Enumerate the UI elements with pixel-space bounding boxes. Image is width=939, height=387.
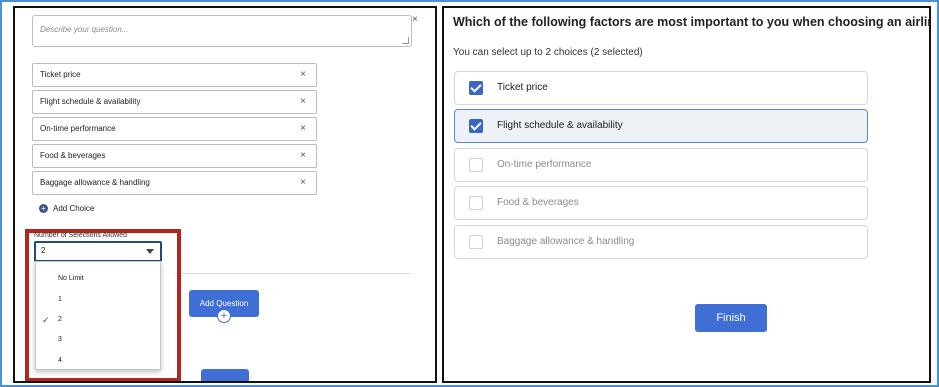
answer-label: Food & beverages bbox=[497, 197, 579, 208]
option-label: No Limit bbox=[58, 275, 84, 282]
choice-label: Baggage allowance & handling bbox=[40, 178, 150, 187]
option-label: 3 bbox=[58, 336, 62, 343]
remove-choice-icon[interactable]: × bbox=[300, 96, 306, 107]
choice-input[interactable]: Baggage allowance & handling × bbox=[32, 171, 317, 195]
checkbox-icon[interactable] bbox=[469, 196, 483, 210]
dropdown-option[interactable]: 1 bbox=[36, 292, 160, 310]
caret-down-icon bbox=[146, 249, 154, 254]
plus-circle-icon[interactable]: + bbox=[217, 309, 231, 323]
divider bbox=[175, 273, 411, 274]
partial-button[interactable] bbox=[201, 369, 249, 381]
remove-choice-icon[interactable]: × bbox=[300, 177, 306, 188]
dropdown-option[interactable]: ✓ 2 bbox=[36, 312, 160, 330]
close-icon[interactable]: × bbox=[412, 14, 418, 25]
finish-button[interactable]: Finish bbox=[695, 304, 767, 332]
checkbox-checked-icon[interactable] bbox=[469, 119, 483, 133]
add-choice-button[interactable]: + Add Choice bbox=[39, 204, 95, 214]
answer-label: Ticket price bbox=[497, 82, 548, 93]
selections-allowed-label: Number of Selections Allowed bbox=[34, 232, 127, 239]
choice-label: On-time performance bbox=[40, 124, 116, 133]
description-placeholder: Describe your question... bbox=[40, 25, 129, 34]
dropdown-option[interactable]: 4 bbox=[36, 353, 160, 371]
choice-input[interactable]: Food & beverages × bbox=[32, 144, 317, 168]
choice-input[interactable]: Ticket price × bbox=[32, 63, 317, 87]
selections-value: 2 bbox=[41, 246, 46, 255]
checkbox-icon[interactable] bbox=[469, 158, 483, 172]
selection-hint: You can select up to 2 choices (2 select… bbox=[453, 47, 643, 58]
option-label: 4 bbox=[58, 357, 62, 364]
answer-option[interactable]: Ticket price bbox=[454, 71, 868, 105]
selections-dropdown-menu: No Limit 1 ✓ 2 3 4 bbox=[35, 261, 161, 370]
plus-circle-icon: + bbox=[39, 204, 48, 214]
dropdown-option[interactable]: No Limit bbox=[36, 271, 160, 289]
selections-allowed-select[interactable]: 2 bbox=[34, 241, 162, 262]
remove-choice-icon[interactable]: × bbox=[300, 150, 306, 161]
answer-option[interactable]: Flight schedule & availability bbox=[454, 109, 868, 143]
question-editor-panel: Describe your question... × Ticket price… bbox=[13, 6, 437, 383]
dropdown-option[interactable]: 3 bbox=[36, 332, 160, 350]
answer-option[interactable]: On-time performance bbox=[454, 148, 868, 182]
remove-choice-icon[interactable]: × bbox=[300, 69, 306, 80]
checkbox-checked-icon[interactable] bbox=[469, 81, 483, 95]
option-label: 1 bbox=[58, 296, 62, 303]
choice-label: Flight schedule & availability bbox=[40, 97, 141, 106]
choice-input[interactable]: Flight schedule & availability × bbox=[32, 90, 317, 114]
choice-label: Food & beverages bbox=[40, 151, 106, 160]
resize-grip-icon[interactable] bbox=[402, 37, 409, 44]
answer-option[interactable]: Baggage allowance & handling bbox=[454, 225, 868, 259]
answer-label: Flight schedule & availability bbox=[497, 120, 623, 131]
add-choice-label: Add Choice bbox=[53, 204, 95, 213]
option-label: 2 bbox=[58, 316, 62, 323]
answer-label: Baggage allowance & handling bbox=[497, 236, 635, 247]
check-icon: ✓ bbox=[42, 315, 50, 325]
remove-choice-icon[interactable]: × bbox=[300, 123, 306, 134]
answer-label: On-time performance bbox=[497, 159, 592, 170]
choice-label: Ticket price bbox=[40, 70, 81, 79]
checkbox-icon[interactable] bbox=[469, 235, 483, 249]
question-preview-panel: Which of the following factors are most … bbox=[442, 6, 931, 383]
question-title: Which of the following factors are most … bbox=[453, 15, 931, 29]
description-textarea[interactable]: Describe your question... bbox=[32, 15, 412, 47]
answer-option[interactable]: Food & beverages bbox=[454, 186, 868, 220]
choice-input[interactable]: On-time performance × bbox=[32, 117, 317, 141]
